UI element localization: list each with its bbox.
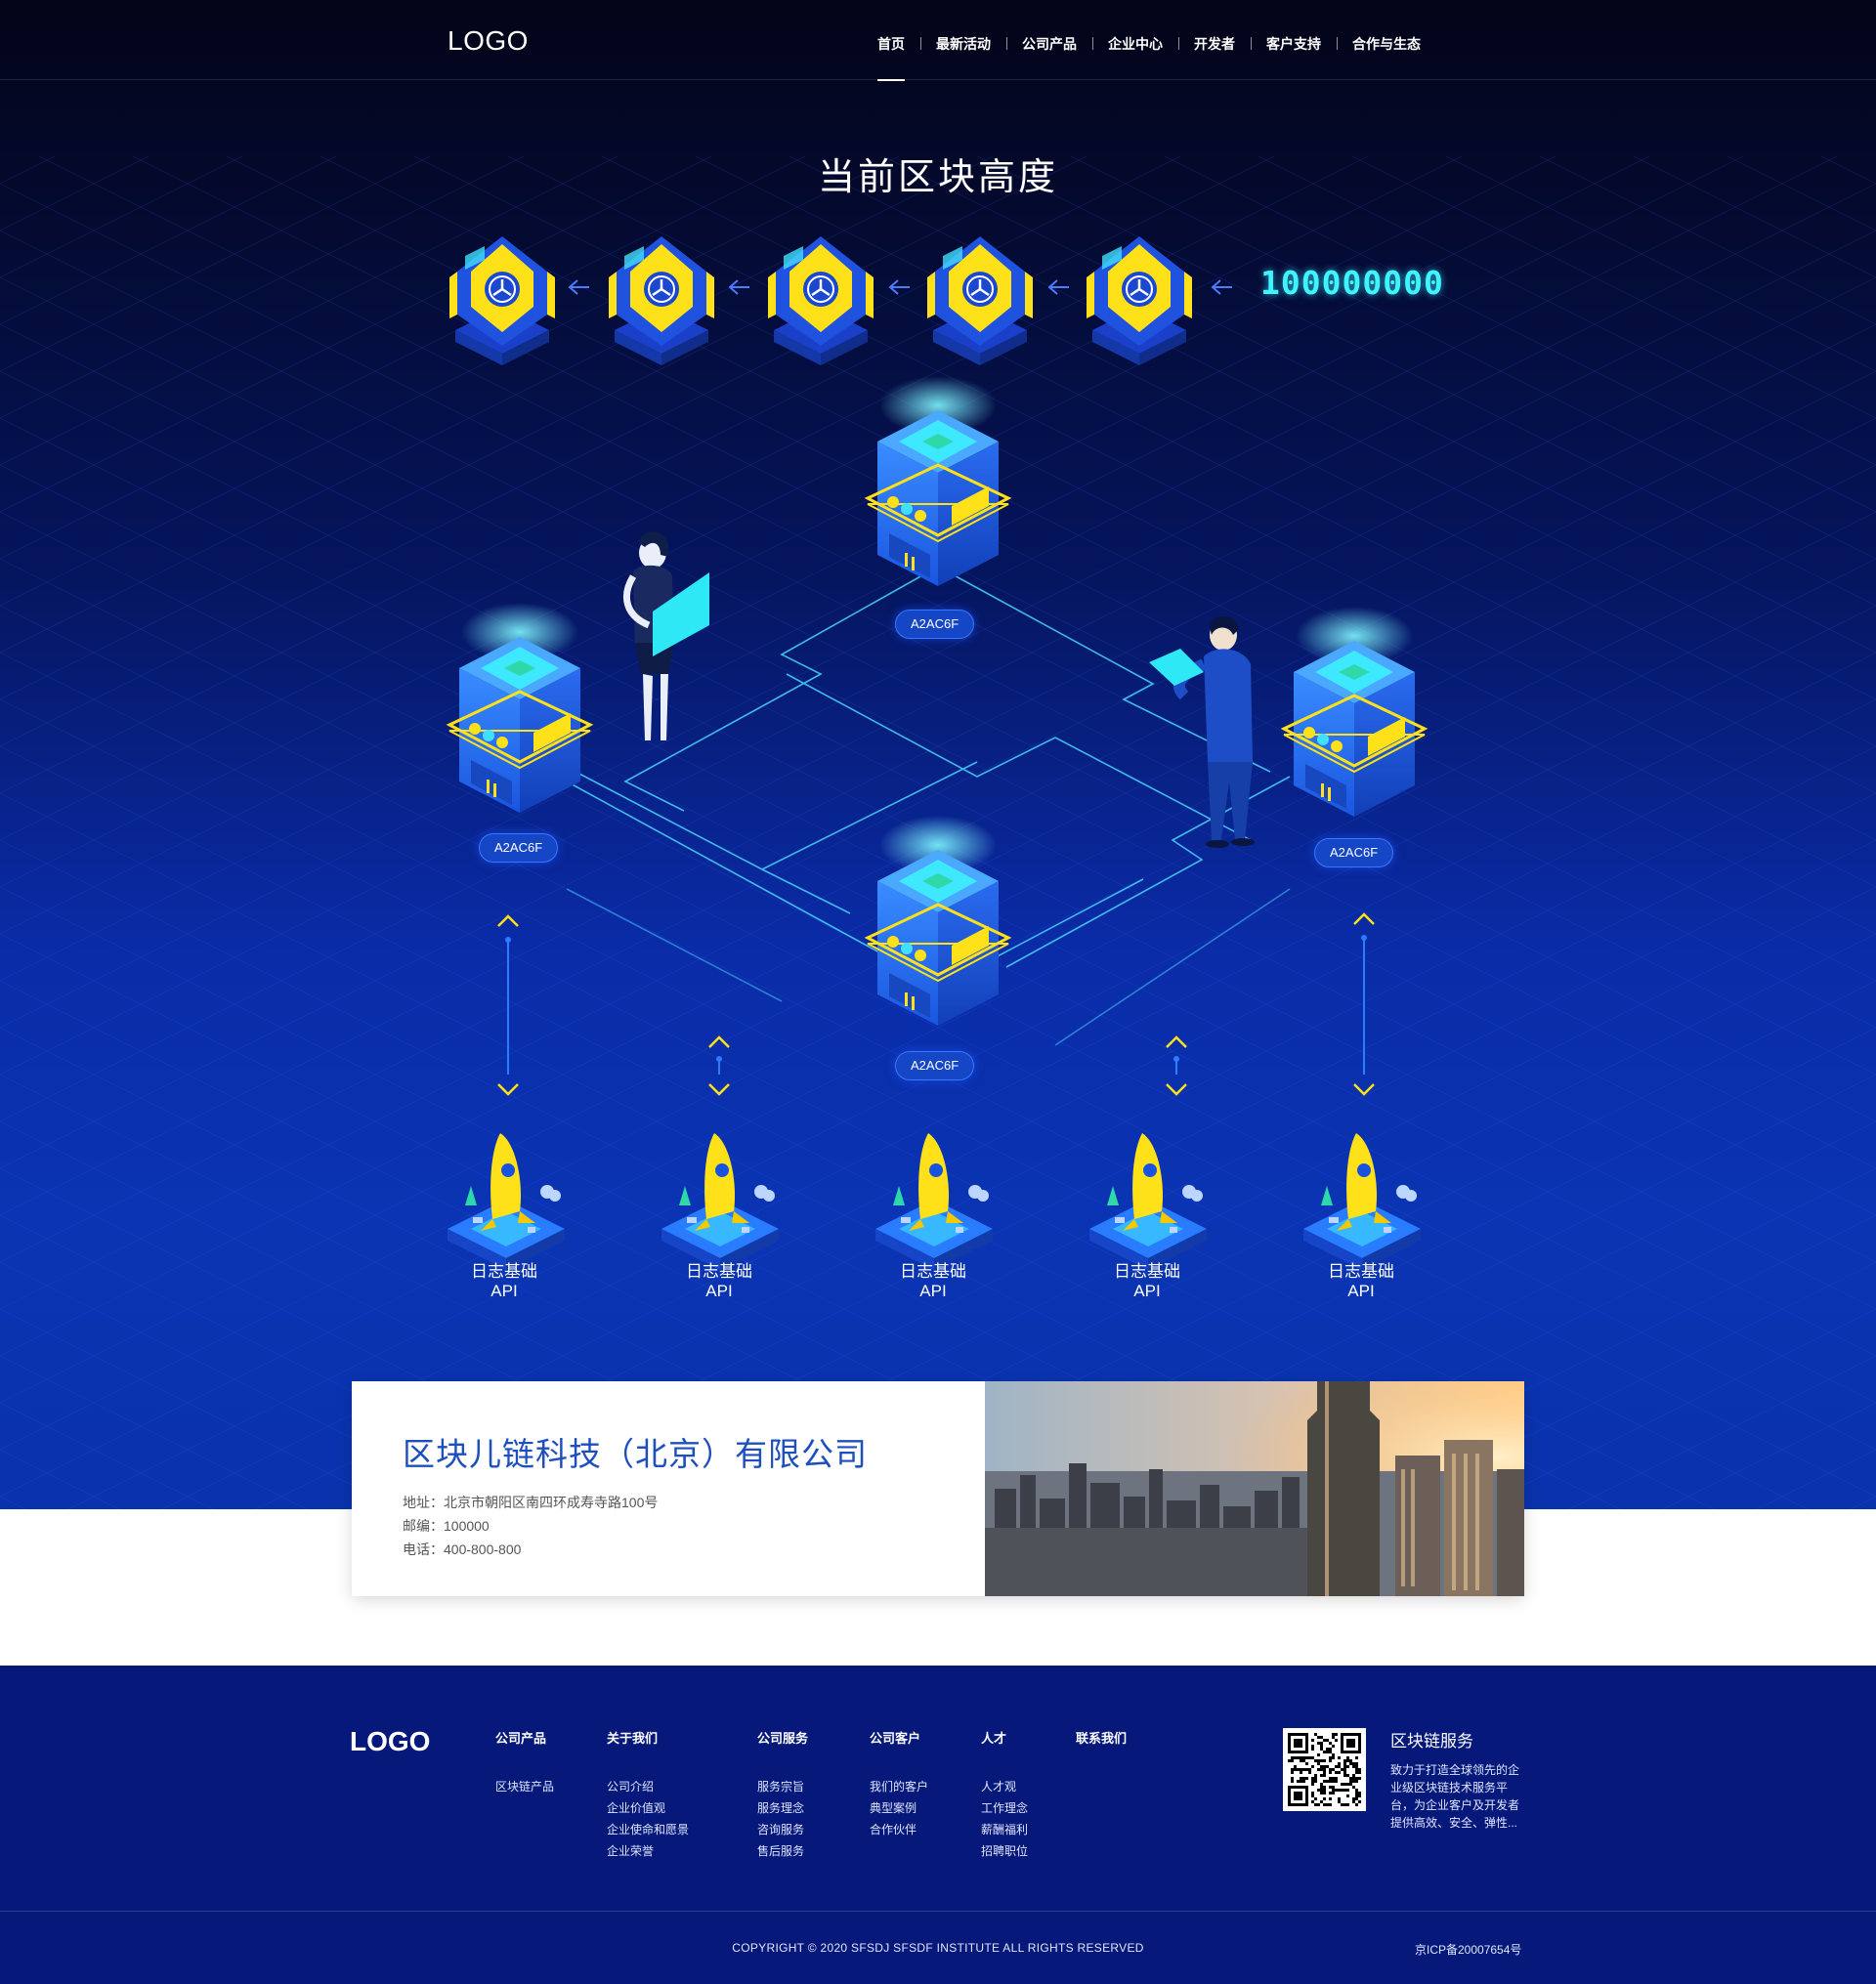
chain-block-icon: [925, 234, 1035, 367]
site-footer: LOGO 公司产品 区块链产品 关于我们 公司介绍 企业价值观 企业使命和愿景 …: [0, 1666, 1876, 1984]
footer-link[interactable]: 人才观: [981, 1776, 1028, 1797]
company-phone: 电话：400-800-800: [403, 1541, 522, 1557]
node-badge[interactable]: A2AC6F: [1314, 838, 1394, 867]
api-subtitle: API: [1133, 1282, 1161, 1300]
footer-divider: [0, 1911, 1876, 1912]
chain-arrow-left-icon: [1048, 279, 1070, 295]
footer-column-products: 公司产品 区块链产品: [495, 1728, 554, 1797]
api-item[interactable]: 日志基础 API: [874, 1262, 992, 1301]
footer-column-talent: 人才 人才观 工作理念 薪酬福利 招聘职位: [981, 1728, 1028, 1862]
footer-column-title: 人才: [981, 1731, 1007, 1746]
service-description: 致力于打造全球领先的企业级区块链技术服务平台，为企业客户及开发者提供高效、安全、…: [1390, 1763, 1520, 1830]
footer-link[interactable]: 工作理念: [981, 1797, 1028, 1819]
api-rocket-icon: [875, 1133, 993, 1270]
chain-block-icon: [1085, 234, 1194, 367]
footer-link[interactable]: 企业使命和愿景: [607, 1819, 689, 1840]
footer-link[interactable]: 企业荣誉: [607, 1840, 689, 1862]
hero-section: LOGO 首页 最新活动 公司产品 企业中心 开发者 客户支持 合作与生态 当前…: [0, 0, 1876, 1509]
woman-with-tablet-icon: [622, 531, 709, 740]
chain-arrow-left-icon: [729, 279, 750, 295]
footer-link[interactable]: 区块链产品: [495, 1776, 554, 1797]
chain-block-icon: [766, 234, 875, 367]
footer-link[interactable]: 合作伙伴: [870, 1819, 928, 1840]
arrow-down-icon: [496, 1082, 520, 1096]
api-item[interactable]: 日志基础 API: [446, 1262, 563, 1301]
server-node-center-icon: [866, 814, 1010, 1028]
chain-arrow-left-icon: [889, 279, 911, 295]
footer-link[interactable]: 售后服务: [757, 1840, 808, 1862]
api-subtitle: API: [490, 1282, 518, 1300]
footer-link[interactable]: 公司介绍: [607, 1776, 689, 1797]
icp-license[interactable]: 京ICP备20007654号: [1415, 1941, 1521, 1958]
footer-column-title: 公司产品: [495, 1731, 547, 1746]
company-info-card: 区块儿链科技（北京）有限公司 地址：北京市朝阳区南四环成寿寺路100号 邮编：1…: [352, 1381, 1524, 1596]
api-item[interactable]: 日志基础 API: [1302, 1262, 1420, 1301]
node-badge[interactable]: A2AC6F: [895, 610, 975, 639]
footer-column-contact: 联系我们: [1076, 1728, 1127, 1776]
block-chain-row: [448, 234, 1233, 367]
chain-arrow-left-icon: [1212, 279, 1233, 295]
api-item[interactable]: 日志基础 API: [661, 1262, 778, 1301]
arrow-up-icon: [707, 1035, 731, 1049]
footer-link[interactable]: 招聘职位: [981, 1840, 1028, 1862]
api-title: 日志基础: [1328, 1262, 1394, 1281]
company-contact: 地址：北京市朝阳区南四环成寿寺路100号 邮编：100000 电话：400-80…: [403, 1491, 658, 1561]
company-postcode: 邮编：100000: [403, 1518, 490, 1534]
footer-link[interactable]: 服务理念: [757, 1797, 808, 1819]
footer-column-title: 公司服务: [757, 1731, 809, 1746]
chain-arrow-left-icon: [569, 279, 590, 295]
arrow-down-icon: [1352, 1082, 1376, 1096]
node-badge[interactable]: A2AC6F: [895, 1051, 975, 1080]
footer-column-about: 关于我们 公司介绍 企业价值观 企业使命和愿景 企业荣誉: [607, 1728, 689, 1862]
api-title: 日志基础: [1114, 1262, 1180, 1281]
service-title: 区块链服务: [1390, 1732, 1473, 1751]
server-node-top-icon: [866, 374, 1010, 588]
node-badge[interactable]: A2AC6F: [479, 833, 559, 863]
api-rocket-icon: [448, 1133, 565, 1270]
footer-link[interactable]: 咨询服务: [757, 1819, 808, 1840]
server-node-right-icon: [1282, 605, 1427, 819]
api-rocket-icon: [1303, 1133, 1421, 1270]
arrow-down-icon: [707, 1082, 731, 1096]
city-skyline-photo: [985, 1381, 1524, 1596]
footer-link[interactable]: 企业价值观: [607, 1797, 689, 1819]
api-title: 日志基础: [471, 1262, 537, 1281]
company-name: 区块儿链科技（北京）有限公司: [403, 1436, 868, 1472]
footer-logo[interactable]: LOGO: [350, 1726, 430, 1757]
footer-link[interactable]: 服务宗旨: [757, 1776, 808, 1797]
chain-block-icon: [448, 234, 557, 367]
footer-column-title[interactable]: 联系我们: [1076, 1728, 1127, 1747]
chain-block-icon: [607, 234, 716, 367]
api-subtitle: API: [1347, 1282, 1375, 1300]
api-subtitle: API: [919, 1282, 947, 1300]
api-item[interactable]: 日志基础 API: [1088, 1262, 1206, 1301]
company-address: 地址：北京市朝阳区南四环成寿寺路100号: [403, 1495, 659, 1510]
footer-column-title: 关于我们: [607, 1731, 659, 1746]
footer-link[interactable]: 薪酬福利: [981, 1819, 1028, 1840]
qr-code-icon: [1283, 1728, 1366, 1811]
man-with-tablet-icon: [1149, 616, 1255, 848]
api-subtitle: API: [705, 1282, 733, 1300]
api-rocket-icon: [1089, 1133, 1207, 1270]
footer-column-customers: 公司客户 我们的客户 典型案例 合作伙伴: [870, 1728, 928, 1840]
footer-column-title: 公司客户: [870, 1731, 921, 1746]
arrow-up-icon: [496, 914, 520, 928]
copyright-text: COPYRIGHT © 2020 SFSDJ SFSDF INSTITUTE A…: [732, 1941, 1144, 1955]
api-title: 日志基础: [900, 1262, 966, 1281]
arrow-up-icon: [1165, 1035, 1188, 1049]
footer-column-services: 公司服务 服务宗旨 服务理念 咨询服务 售后服务: [757, 1728, 808, 1862]
footer-link[interactable]: 典型案例: [870, 1797, 928, 1819]
api-rocket-icon: [661, 1133, 779, 1270]
arrow-down-icon: [1165, 1082, 1188, 1096]
footer-link[interactable]: 我们的客户: [870, 1776, 928, 1797]
server-node-left-icon: [448, 601, 592, 815]
api-title: 日志基础: [686, 1262, 752, 1281]
arrow-up-icon: [1352, 912, 1376, 926]
